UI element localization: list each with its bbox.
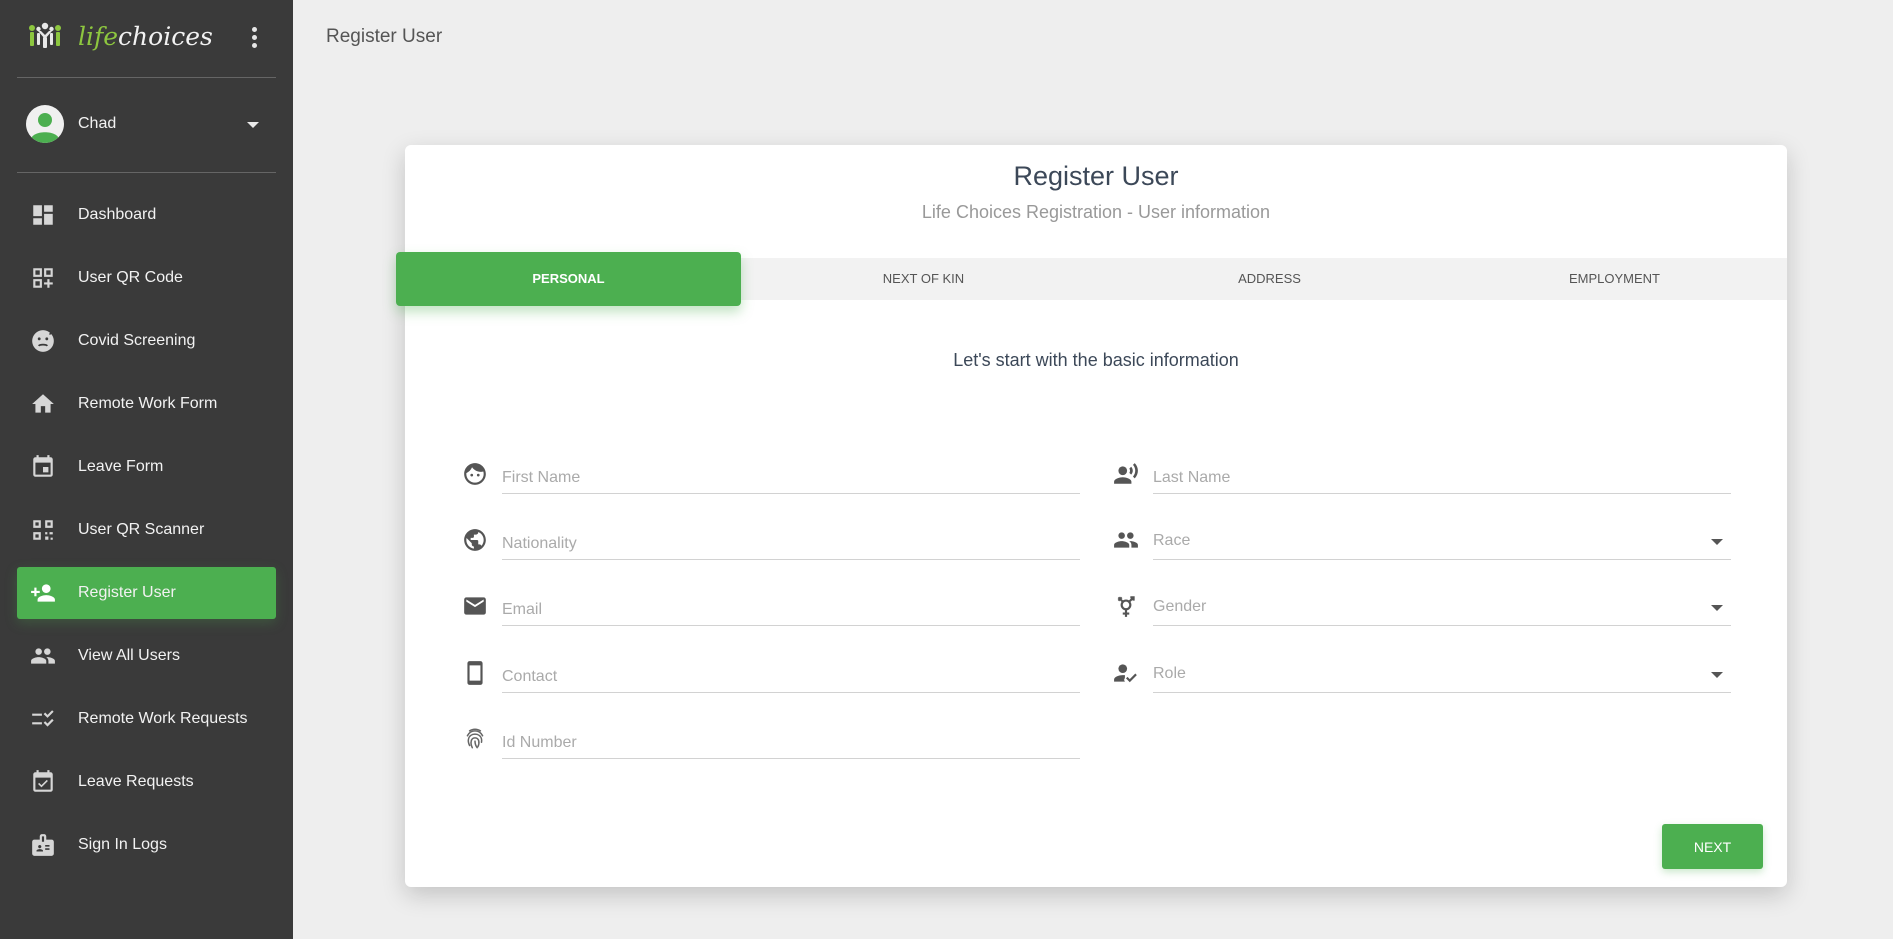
sidebar-nav: Dashboard User QR Code Covid Screening R…: [17, 189, 276, 882]
tab-personal[interactable]: PERSONAL: [396, 252, 741, 306]
card-subtitle: Life Choices Registration - User informa…: [921, 202, 1271, 222]
sidebar-item-view-all-users[interactable]: View All Users: [17, 630, 276, 682]
sidebar-item-label: View All Users: [78, 647, 180, 664]
next-button[interactable]: NEXT: [1662, 824, 1763, 869]
role-field: Role: [1113, 653, 1737, 695]
role-placeholder: Role: [1153, 665, 1186, 682]
race-placeholder: Race: [1153, 532, 1191, 549]
avatar: [26, 105, 64, 143]
person-check-icon: [1114, 664, 1137, 683]
gender-field: Gender: [1113, 586, 1737, 628]
sidebar-item-register-user[interactable]: Register User: [17, 567, 276, 619]
sidebar: lifechoices Chad Dashboard User QR Code …: [0, 0, 293, 939]
last-name-field: [1113, 454, 1737, 496]
card-title: Register User: [1013, 161, 1179, 191]
id-number-input[interactable]: [502, 719, 1080, 759]
people-icon: [31, 648, 55, 664]
last-name-input[interactable]: [1153, 454, 1731, 494]
phone-icon: [467, 661, 483, 685]
sidebar-item-dashboard[interactable]: Dashboard: [17, 189, 276, 241]
sidebar-item-user-qr-scanner[interactable]: User QR Scanner: [17, 504, 276, 556]
sidebar-item-label: Covid Screening: [78, 332, 196, 349]
id-number-field: [462, 719, 1086, 761]
email-field: [462, 586, 1086, 628]
tab-employment[interactable]: EMPLOYMENT: [1442, 258, 1787, 300]
logo-text: lifechoices: [78, 22, 213, 51]
role-select[interactable]: Role: [1153, 653, 1731, 693]
caret-down-icon[interactable]: [247, 122, 259, 128]
home-icon: [32, 394, 54, 413]
mail-icon: [464, 597, 486, 615]
person-add-icon: [31, 584, 55, 602]
sidebar-item-label: Leave Requests: [78, 773, 194, 790]
first-name-field: [462, 454, 1086, 496]
logo-icon: [29, 22, 61, 48]
nationality-field: [462, 520, 1086, 562]
more-vert-icon[interactable]: [249, 27, 259, 49]
tab-next-of-kin[interactable]: NEXT OF KIN: [751, 258, 1096, 300]
tab-address[interactable]: ADDRESS: [1097, 258, 1442, 300]
contact-field: [462, 653, 1086, 695]
sidebar-item-remote-work-requests[interactable]: Remote Work Requests: [17, 693, 276, 745]
sidebar-item-label: Remote Work Form: [78, 395, 218, 412]
calendar-icon: [33, 455, 53, 477]
sidebar-item-covid-screening[interactable]: Covid Screening: [17, 315, 276, 367]
sidebar-item-label: User QR Scanner: [78, 521, 205, 538]
sidebar-item-label: User QR Code: [78, 269, 183, 286]
transgender-icon: [1117, 596, 1135, 617]
qr-scanner-icon: [33, 520, 53, 540]
face-icon: [464, 463, 486, 485]
user-name: Chad: [78, 115, 117, 132]
race-select[interactable]: Race: [1153, 520, 1731, 560]
chevron-down-icon: [1711, 539, 1723, 545]
wizard-tabs: NEXT OF KIN ADDRESS EMPLOYMENT PERSONAL: [396, 252, 1787, 306]
dashboard-icon: [33, 205, 53, 225]
gender-placeholder: Gender: [1153, 598, 1207, 615]
sidebar-item-user-qr-code[interactable]: User QR Code: [17, 252, 276, 304]
contact-input[interactable]: [502, 653, 1080, 693]
qr-code-icon: [33, 268, 53, 288]
sidebar-item-label: Register User: [78, 584, 176, 601]
race-field: Race: [1113, 520, 1737, 562]
sidebar-item-leave-form[interactable]: Leave Form: [17, 441, 276, 493]
sidebar-item-label: Dashboard: [78, 206, 157, 223]
sidebar-item-label: Remote Work Requests: [78, 710, 248, 727]
section-heading: Let's start with the basic information: [953, 350, 1239, 370]
page-title: Register User: [326, 26, 443, 47]
event-check-icon: [33, 770, 53, 792]
email-input[interactable]: [502, 586, 1080, 626]
sick-face-icon: [32, 330, 54, 352]
register-card: Register User Life Choices Registration …: [396, 145, 1787, 887]
record-voice-icon: [1114, 463, 1138, 484]
fingerprint-icon: [466, 728, 484, 749]
globe-icon: [464, 529, 486, 551]
user-menu[interactable]: Chad: [17, 79, 276, 173]
nationality-input[interactable]: [502, 520, 1080, 560]
sidebar-item-label: Leave Form: [78, 458, 164, 475]
sidebar-item-sign-in-logs[interactable]: Sign In Logs: [17, 819, 276, 871]
checklist-icon: [32, 710, 54, 727]
sidebar-item-remote-work-form[interactable]: Remote Work Form: [17, 378, 276, 430]
first-name-input[interactable]: [502, 454, 1080, 494]
badge-icon: [32, 834, 54, 856]
gender-select[interactable]: Gender: [1153, 586, 1731, 626]
sidebar-item-leave-requests[interactable]: Leave Requests: [17, 756, 276, 808]
chevron-down-icon: [1711, 672, 1723, 678]
logo-row: lifechoices: [17, 0, 276, 78]
sidebar-item-label: Sign In Logs: [78, 836, 167, 853]
group-icon: [1114, 532, 1138, 548]
chevron-down-icon: [1711, 605, 1723, 611]
